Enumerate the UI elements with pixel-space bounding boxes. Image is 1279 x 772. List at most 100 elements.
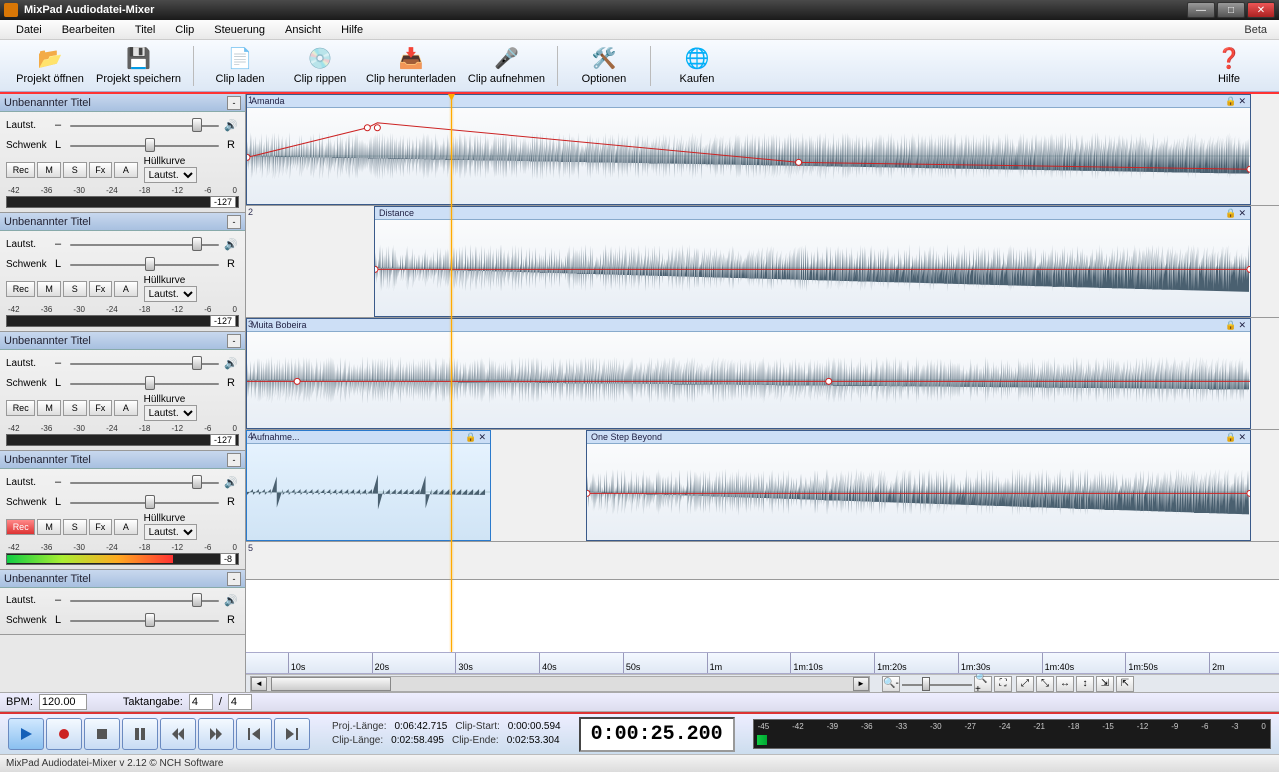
envelope-select[interactable]: Lautst. bbox=[144, 286, 197, 302]
clip-lock-icon[interactable]: 🔒 bbox=[465, 432, 476, 443]
speaker-icon[interactable]: 🔊 bbox=[223, 476, 239, 489]
takt-numerator-input[interactable] bbox=[189, 694, 213, 710]
track-collapse-button[interactable]: - bbox=[227, 453, 241, 467]
pan-slider[interactable] bbox=[66, 257, 223, 271]
track-solo-button[interactable]: S bbox=[63, 281, 87, 297]
track-mute-button[interactable]: M bbox=[37, 281, 61, 297]
pause-button[interactable] bbox=[122, 718, 158, 750]
zoom-tool-2-button[interactable]: ↔ bbox=[1056, 676, 1074, 692]
track-fx-button[interactable]: Fx bbox=[89, 281, 113, 297]
scroll-thumb[interactable] bbox=[271, 677, 391, 691]
clip-close-icon[interactable]: ✕ bbox=[1238, 208, 1246, 219]
time-ruler[interactable]: 10s20s30s40s50s1m1m:10s1m:20s1m:30s1m:40… bbox=[246, 652, 1279, 674]
track-collapse-button[interactable]: - bbox=[227, 334, 241, 348]
pan-slider[interactable] bbox=[66, 495, 223, 509]
minimize-button[interactable]: — bbox=[1187, 2, 1215, 18]
pan-slider[interactable] bbox=[66, 376, 223, 390]
takt-denominator-input[interactable] bbox=[228, 694, 252, 710]
maximize-button[interactable]: □ bbox=[1217, 2, 1245, 18]
toolbar-opt-button[interactable]: 🛠️Optionen bbox=[564, 42, 644, 90]
volume-slider[interactable] bbox=[66, 593, 223, 607]
track-arm-button[interactable]: A bbox=[114, 400, 138, 416]
wave-track-2[interactable]: 2Distance🔒✕ bbox=[246, 206, 1279, 318]
close-button[interactable]: ✕ bbox=[1247, 2, 1275, 18]
horizontal-scrollbar[interactable]: ◄ ► bbox=[250, 676, 870, 692]
toolbar-save-button[interactable]: 💾Projekt speichern bbox=[90, 42, 187, 90]
audio-clip[interactable]: Muita Bobeira🔒✕ bbox=[246, 318, 1251, 429]
audio-clip[interactable]: Aufnahme...🔒✕ bbox=[246, 430, 491, 541]
clip-lock-icon[interactable]: 🔒 bbox=[1225, 432, 1236, 443]
menu-titel[interactable]: Titel bbox=[125, 22, 165, 38]
track-record-button[interactable]: Rec bbox=[6, 162, 35, 178]
play-button[interactable] bbox=[8, 718, 44, 750]
audio-clip[interactable]: Amanda🔒✕ bbox=[246, 94, 1251, 205]
zoom-tool-3-button[interactable]: ↕ bbox=[1076, 676, 1094, 692]
envelope-select[interactable]: Lautst. bbox=[144, 405, 197, 421]
track-collapse-button[interactable]: - bbox=[227, 572, 241, 586]
track-fx-button[interactable]: Fx bbox=[89, 519, 113, 535]
wave-track-3[interactable]: 3Muita Bobeira🔒✕ bbox=[246, 318, 1279, 430]
toolbar-help-button[interactable]: ❓Hilfe bbox=[1189, 42, 1269, 90]
toolbar-load-button[interactable]: 📄Clip laden bbox=[200, 42, 280, 90]
clip-close-icon[interactable]: ✕ bbox=[478, 432, 486, 443]
zoom-fit-button[interactable]: ⛶ bbox=[994, 676, 1012, 692]
clip-lock-icon[interactable]: 🔒 bbox=[1225, 320, 1236, 331]
clip-close-icon[interactable]: ✕ bbox=[1238, 432, 1246, 443]
track-collapse-button[interactable]: - bbox=[227, 215, 241, 229]
menu-hilfe[interactable]: Hilfe bbox=[331, 22, 373, 38]
toolbar-open-button[interactable]: 📂Projekt öffnen bbox=[10, 42, 90, 90]
audio-clip[interactable]: One Step Beyond🔒✕ bbox=[586, 430, 1251, 541]
track-solo-button[interactable]: S bbox=[63, 162, 87, 178]
track-fx-button[interactable]: Fx bbox=[89, 400, 113, 416]
envelope-select[interactable]: Lautst. bbox=[144, 167, 197, 183]
volume-slider[interactable] bbox=[66, 356, 223, 370]
pan-slider[interactable] bbox=[66, 613, 223, 627]
track-solo-button[interactable]: S bbox=[63, 519, 87, 535]
track-record-button[interactable]: Rec bbox=[6, 519, 35, 535]
record-button[interactable] bbox=[46, 718, 82, 750]
track-arm-button[interactable]: A bbox=[114, 162, 138, 178]
audio-clip[interactable]: Distance🔒✕ bbox=[374, 206, 1251, 317]
skip-end-button[interactable] bbox=[274, 718, 310, 750]
menu-ansicht[interactable]: Ansicht bbox=[275, 22, 331, 38]
forward-button[interactable] bbox=[198, 718, 234, 750]
track-mute-button[interactable]: M bbox=[37, 162, 61, 178]
scroll-left-button[interactable]: ◄ bbox=[251, 677, 267, 691]
zoom-out-button[interactable]: 🔍- bbox=[882, 676, 900, 692]
envelope-select[interactable]: Lautst. bbox=[144, 524, 197, 540]
speaker-icon[interactable]: 🔊 bbox=[223, 119, 239, 132]
zoom-tool-1-button[interactable]: ⤡ bbox=[1036, 676, 1054, 692]
track-mute-button[interactable]: M bbox=[37, 400, 61, 416]
zoom-slider[interactable] bbox=[902, 677, 972, 691]
speaker-icon[interactable]: 🔊 bbox=[223, 238, 239, 251]
scroll-right-button[interactable]: ► bbox=[853, 677, 869, 691]
zoom-tool-4-button[interactable]: ⇲ bbox=[1096, 676, 1114, 692]
menu-bearbeiten[interactable]: Bearbeiten bbox=[52, 22, 125, 38]
clip-lock-icon[interactable]: 🔒 bbox=[1225, 96, 1236, 107]
zoom-tool-5-button[interactable]: ⇱ bbox=[1116, 676, 1134, 692]
track-record-button[interactable]: Rec bbox=[6, 281, 35, 297]
clip-close-icon[interactable]: ✕ bbox=[1238, 320, 1246, 331]
toolbar-rec-button[interactable]: 🎤Clip aufnehmen bbox=[462, 42, 551, 90]
volume-slider[interactable] bbox=[66, 237, 223, 251]
zoom-tool-0-button[interactable]: ⤢ bbox=[1016, 676, 1034, 692]
menu-steuerung[interactable]: Steuerung bbox=[204, 22, 275, 38]
toolbar-rip-button[interactable]: 💿Clip rippen bbox=[280, 42, 360, 90]
menu-datei[interactable]: Datei bbox=[6, 22, 52, 38]
track-record-button[interactable]: Rec bbox=[6, 400, 35, 416]
speaker-icon[interactable]: 🔊 bbox=[223, 594, 239, 607]
track-solo-button[interactable]: S bbox=[63, 400, 87, 416]
stop-button[interactable] bbox=[84, 718, 120, 750]
volume-slider[interactable] bbox=[66, 475, 223, 489]
toolbar-dl-button[interactable]: 📥Clip herunterladen bbox=[360, 42, 462, 90]
zoom-in-button[interactable]: 🔍+ bbox=[974, 676, 992, 692]
track-fx-button[interactable]: Fx bbox=[89, 162, 113, 178]
bpm-input[interactable] bbox=[39, 694, 87, 710]
toolbar-buy-button[interactable]: 🌐Kaufen bbox=[657, 42, 737, 90]
playhead[interactable] bbox=[451, 94, 452, 652]
track-mute-button[interactable]: M bbox=[37, 519, 61, 535]
wave-track-4[interactable]: 4Aufnahme...🔒✕One Step Beyond🔒✕ bbox=[246, 430, 1279, 542]
volume-slider[interactable] bbox=[66, 118, 223, 132]
clip-close-icon[interactable]: ✕ bbox=[1238, 96, 1246, 107]
speaker-icon[interactable]: 🔊 bbox=[223, 357, 239, 370]
